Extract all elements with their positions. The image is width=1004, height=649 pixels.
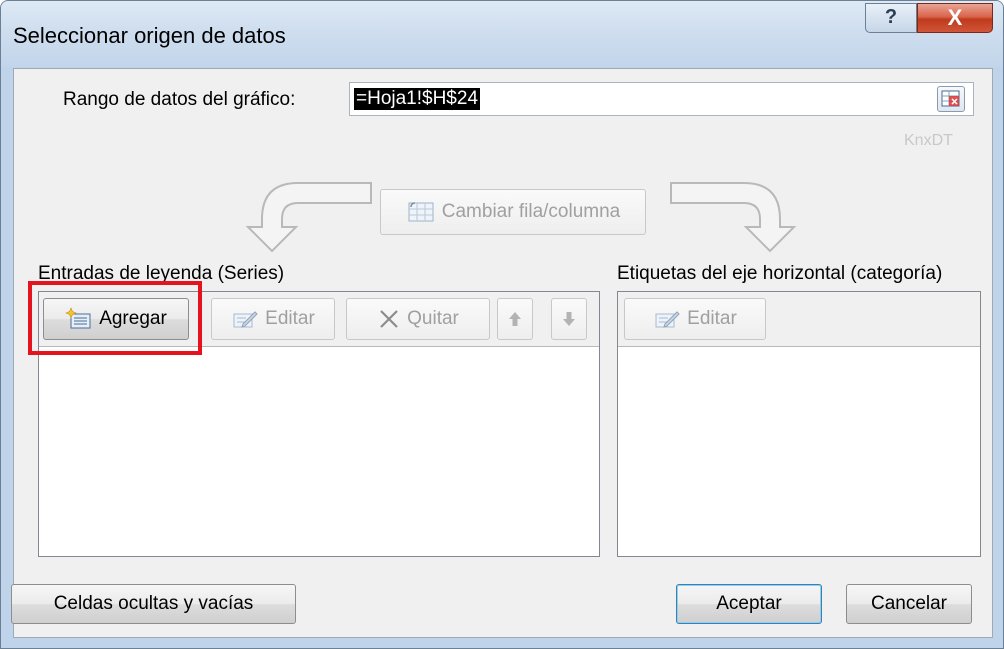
help-button[interactable]: ?: [865, 3, 917, 33]
axis-labels-list[interactable]: [618, 346, 980, 556]
ok-label: Aceptar: [716, 593, 782, 614]
left-curved-arrow-icon: [245, 182, 372, 253]
edit-series-label: Editar: [265, 308, 315, 329]
edit-icon: [655, 311, 680, 328]
remove-icon: [380, 310, 398, 328]
close-icon: X: [947, 5, 963, 30]
cancel-label: Cancelar: [870, 593, 948, 614]
range-label: Rango de datos del gráfico:: [63, 89, 296, 110]
add-button-highlight: [28, 281, 202, 355]
move-down-button[interactable]: [551, 298, 587, 340]
chart-range-input[interactable]: =Hoja1!$H$24: [349, 82, 974, 116]
hidden-empty-cells-label: Celdas ocultas y vacías: [53, 593, 254, 614]
help-icon: ?: [884, 6, 898, 28]
edit-icon: [233, 311, 258, 328]
arrow-up-icon: [509, 312, 521, 326]
dialog-title: Seleccionar origen de datos: [13, 23, 286, 48]
dialog-window: Seleccionar origen de datos ? X Rango de…: [0, 0, 1004, 649]
range-picker-icon: [941, 90, 960, 107]
title-bar: Seleccionar origen de datos ? X: [1, 1, 1003, 67]
watermark: KnxDT: [904, 132, 953, 149]
range-value: =Hoja1!$H$24: [354, 88, 481, 110]
axis-labels-panel: Editar: [617, 291, 981, 557]
remove-series-label: Quitar: [407, 308, 459, 329]
remove-series-button[interactable]: Quitar: [346, 298, 490, 340]
right-curved-arrow-icon: [670, 182, 797, 253]
move-up-button[interactable]: [497, 298, 533, 340]
switch-row-column-button[interactable]: Cambiar fila/columna: [380, 189, 646, 235]
collapse-dialog-button[interactable]: [937, 86, 965, 112]
hidden-empty-cells-button[interactable]: Celdas ocultas y vacías: [11, 584, 296, 624]
switch-rows-columns-icon: [408, 202, 434, 222]
switch-button-label: Cambiar fila/columna: [441, 201, 621, 222]
edit-series-button[interactable]: Editar: [211, 298, 335, 340]
arrow-down-icon: [563, 312, 575, 326]
edit-axis-labels-button[interactable]: Editar: [624, 298, 766, 340]
ok-button[interactable]: Aceptar: [676, 584, 822, 624]
close-button[interactable]: X: [917, 3, 993, 33]
legend-entries-list[interactable]: [39, 346, 599, 556]
cancel-button[interactable]: Cancelar: [846, 584, 972, 624]
edit-axis-labels-label: Editar: [687, 308, 737, 329]
axis-labels-heading: Etiquetas del eje horizontal (categoría): [617, 263, 943, 284]
